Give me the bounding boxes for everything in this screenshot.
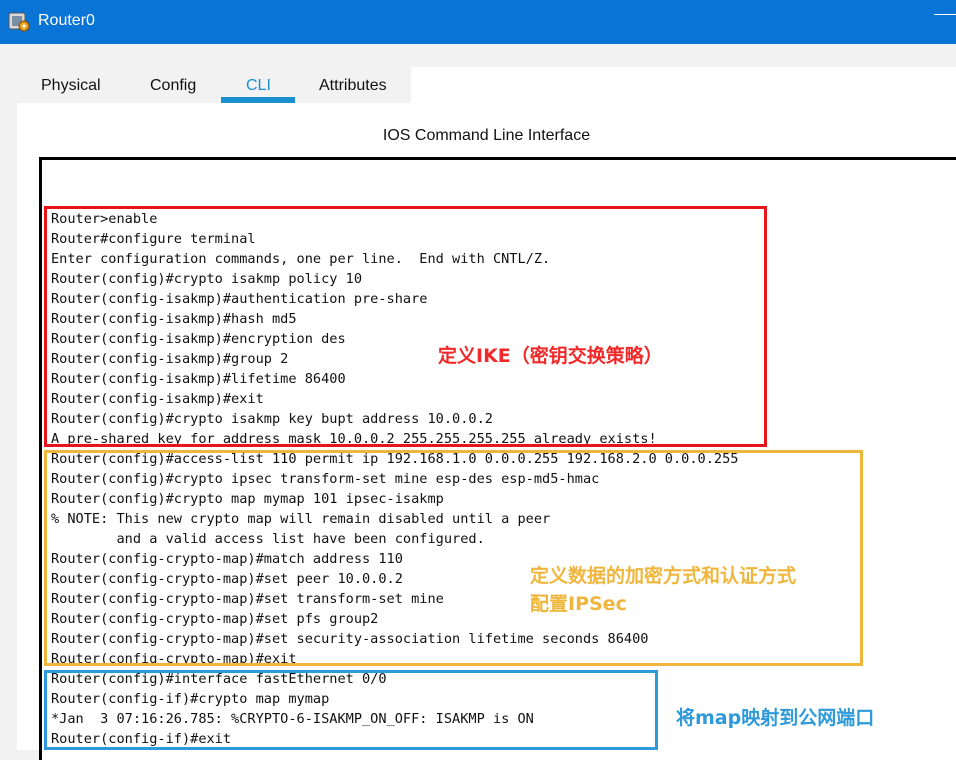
active-tab-indicator xyxy=(221,97,295,103)
ipsec-annotation-line1: 定义数据的加密方式和认证方式 xyxy=(530,565,797,587)
title-bar: Router0 xyxy=(0,0,956,44)
ipsec-annotation-line2: 配置IPSec xyxy=(530,593,627,615)
tab-attributes[interactable]: Attributes xyxy=(319,67,387,103)
tab-bar: Physical Config CLI Attributes xyxy=(17,67,411,103)
ipsec-highlight-box xyxy=(44,450,863,666)
tab-config[interactable]: Config xyxy=(150,67,196,103)
map-annotation: 将map映射到公网端口 xyxy=(676,707,875,729)
minimize-button[interactable] xyxy=(934,14,956,21)
router-icon xyxy=(8,10,30,32)
ike-annotation: 定义IKE（密钥交换策略） xyxy=(438,345,663,367)
map-highlight-box xyxy=(44,670,658,750)
tab-physical[interactable]: Physical xyxy=(41,67,101,103)
ike-highlight-box xyxy=(44,206,767,447)
cli-header: IOS Command Line Interface xyxy=(382,127,591,144)
window-title: Router0 xyxy=(38,12,95,29)
